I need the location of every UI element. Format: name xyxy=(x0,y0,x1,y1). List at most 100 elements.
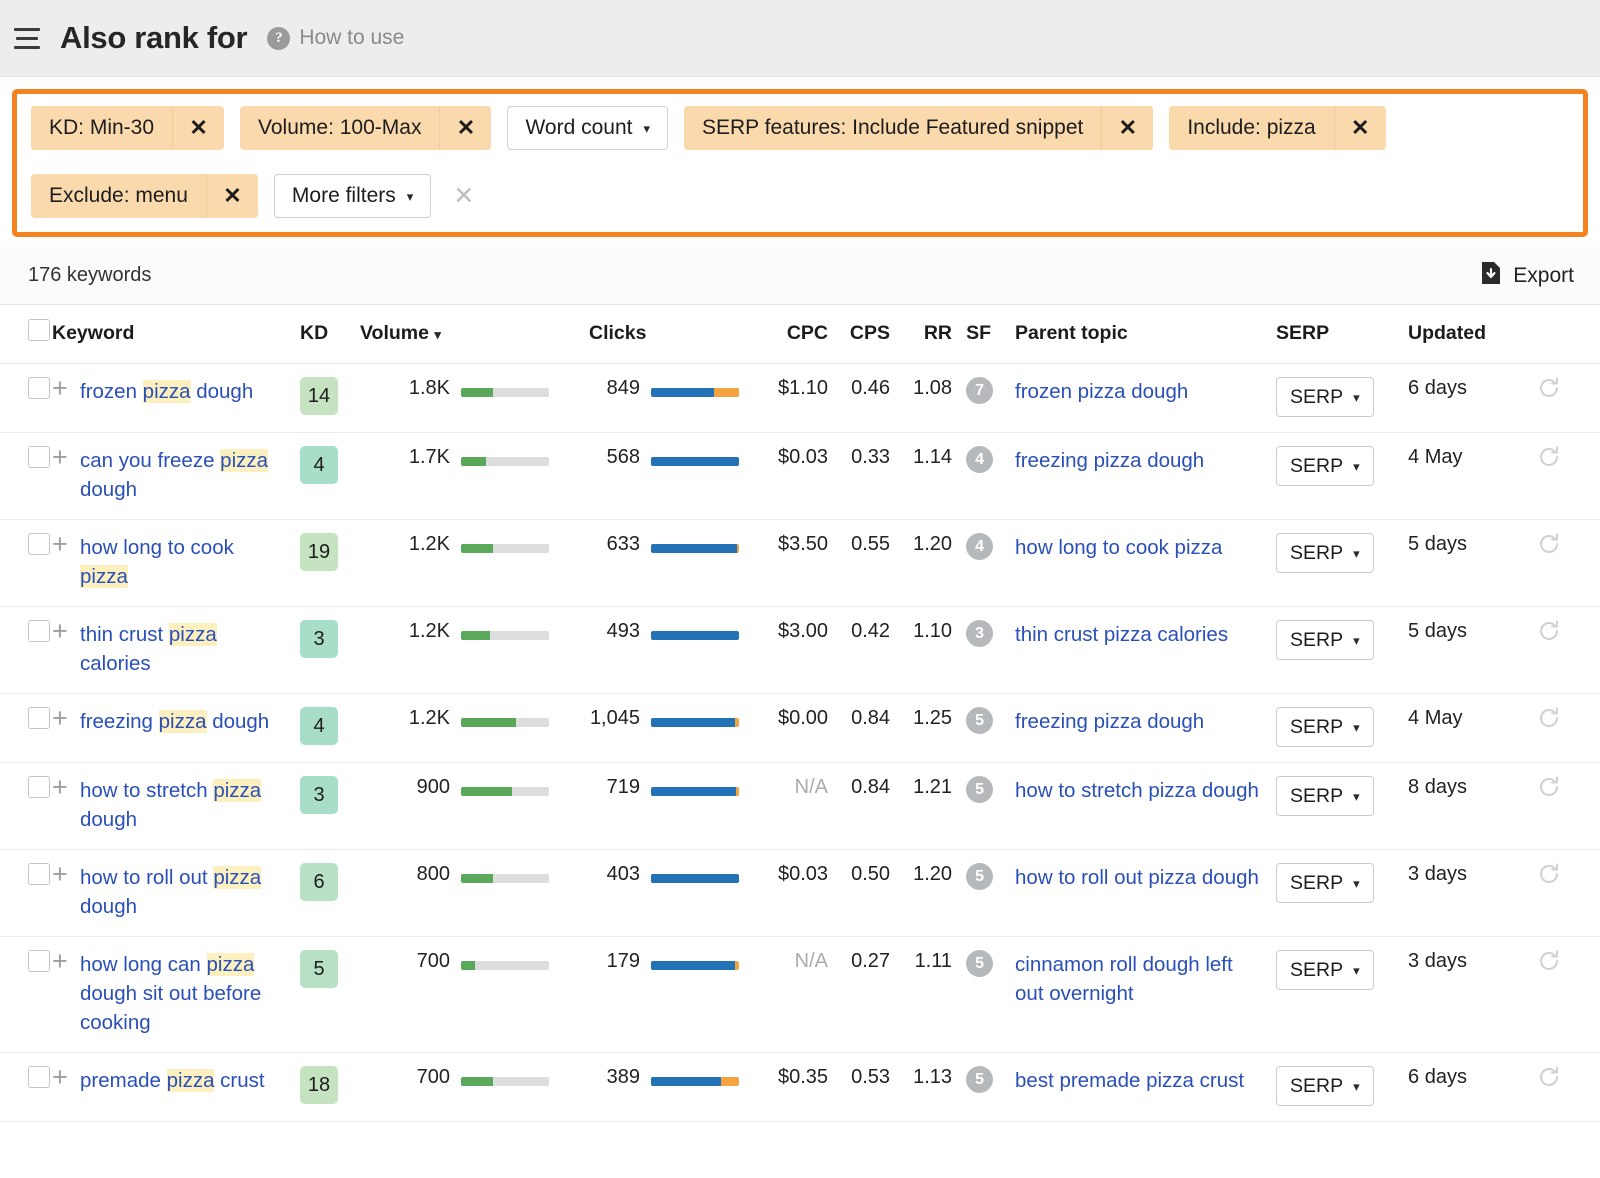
parent-topic-link[interactable]: how long to cook pizza xyxy=(1015,533,1265,562)
column-header-serp[interactable]: SERP xyxy=(1276,305,1408,364)
refresh-icon[interactable] xyxy=(1538,776,1560,804)
serp-button-label: SERP xyxy=(1290,386,1343,409)
refresh-icon[interactable] xyxy=(1538,863,1560,891)
parent-topic-link[interactable]: freezing pizza dough xyxy=(1015,707,1265,736)
column-header-updated[interactable]: Updated xyxy=(1408,305,1538,364)
add-keyword-icon[interactable]: + xyxy=(52,776,78,798)
clicks-bar-organic xyxy=(651,874,739,883)
parent-topic-cell: frozen pizza dough xyxy=(1004,364,1276,433)
hamburger-icon[interactable] xyxy=(14,25,44,51)
keyword-text: how to stretch xyxy=(80,779,213,802)
column-header-volume[interactable]: Volume ▾ xyxy=(360,305,560,364)
row-checkbox[interactable] xyxy=(28,377,50,399)
row-checkbox[interactable] xyxy=(28,776,50,798)
column-header-clicks[interactable]: Clicks xyxy=(560,305,750,364)
parent-topic-link[interactable]: frozen pizza dough xyxy=(1015,377,1265,406)
filter-chip[interactable]: Exclude: menu✕ xyxy=(31,174,258,218)
refresh-icon[interactable] xyxy=(1538,533,1560,561)
parent-topic-link[interactable]: freezing pizza dough xyxy=(1015,446,1265,475)
column-header-keyword[interactable]: Keyword xyxy=(52,305,300,364)
parent-topic-link[interactable]: best premade pizza crust xyxy=(1015,1066,1265,1095)
clicks-bar-track xyxy=(651,631,739,640)
keyword-link[interactable]: premade pizza crust xyxy=(80,1066,265,1095)
serp-dropdown-button[interactable]: SERP▾ xyxy=(1276,776,1374,816)
row-checkbox[interactable] xyxy=(28,446,50,468)
column-header-sf[interactable]: SF xyxy=(952,305,1004,364)
filter-chip-remove-icon[interactable]: ✕ xyxy=(439,106,491,150)
serp-dropdown-button[interactable]: SERP▾ xyxy=(1276,950,1374,990)
keyword-text: how long to cook xyxy=(80,536,234,559)
serp-dropdown-button[interactable]: SERP▾ xyxy=(1276,377,1374,417)
row-checkbox[interactable] xyxy=(28,863,50,885)
keyword-link[interactable]: how to stretch pizza dough xyxy=(80,776,285,834)
chevron-down-icon: ▾ xyxy=(1353,1080,1360,1093)
keyword-link[interactable]: how long can pizza dough sit out before … xyxy=(80,950,285,1037)
column-header-rr[interactable]: RR xyxy=(890,305,952,364)
row-checkbox[interactable] xyxy=(28,950,50,972)
add-keyword-icon[interactable]: + xyxy=(52,620,78,642)
filter-chip-remove-icon[interactable]: ✕ xyxy=(172,106,224,150)
keyword-link[interactable]: how to roll out pizza dough xyxy=(80,863,285,921)
how-to-use-link[interactable]: ? How to use xyxy=(267,26,404,50)
add-keyword-icon[interactable]: + xyxy=(52,1066,78,1088)
refresh-icon[interactable] xyxy=(1538,446,1560,474)
serp-dropdown-button[interactable]: SERP▾ xyxy=(1276,863,1374,903)
column-header-cps[interactable]: CPS xyxy=(828,305,890,364)
keyword-text: frozen xyxy=(80,380,143,403)
filter-chip[interactable]: SERP features: Include Featured snippet✕ xyxy=(684,106,1153,150)
parent-topic-link[interactable]: thin crust pizza calories xyxy=(1015,620,1265,649)
row-select-cell xyxy=(0,850,52,937)
row-checkbox[interactable] xyxy=(28,533,50,555)
add-keyword-icon[interactable]: + xyxy=(52,863,78,885)
refresh-icon[interactable] xyxy=(1538,950,1560,978)
serp-dropdown-button[interactable]: SERP▾ xyxy=(1276,446,1374,486)
volume-bar-track xyxy=(461,874,549,883)
clear-all-filters-icon[interactable]: ✕ xyxy=(447,181,480,211)
keyword-link[interactable]: freezing pizza dough xyxy=(80,707,269,736)
select-all-checkbox[interactable] xyxy=(28,319,50,341)
serp-dropdown-button[interactable]: SERP▾ xyxy=(1276,533,1374,573)
export-button[interactable]: Export xyxy=(1480,261,1574,290)
clicks-bar-paid xyxy=(735,961,739,970)
column-header-cpc[interactable]: CPC xyxy=(750,305,828,364)
filter-chip[interactable]: Volume: 100-Max✕ xyxy=(240,106,491,150)
refresh-icon[interactable] xyxy=(1538,1066,1560,1094)
filter-chip-remove-icon[interactable]: ✕ xyxy=(206,174,258,218)
keyword-link[interactable]: how long to cook pizza xyxy=(80,533,285,591)
row-checkbox[interactable] xyxy=(28,1066,50,1088)
refresh-icon[interactable] xyxy=(1538,620,1560,648)
filter-dropdown[interactable]: More filters▾ xyxy=(274,174,431,218)
row-checkbox[interactable] xyxy=(28,707,50,729)
parent-topic-link[interactable]: how to stretch pizza dough xyxy=(1015,776,1265,805)
add-keyword-icon[interactable]: + xyxy=(52,707,78,729)
serp-dropdown-button[interactable]: SERP▾ xyxy=(1276,1066,1374,1106)
filter-chip[interactable]: Include: pizza✕ xyxy=(1169,106,1385,150)
column-header-parent-topic[interactable]: Parent topic xyxy=(1004,305,1276,364)
serp-dropdown-button[interactable]: SERP▾ xyxy=(1276,620,1374,660)
row-select-cell xyxy=(0,937,52,1053)
filter-chip-remove-icon[interactable]: ✕ xyxy=(1101,106,1153,150)
column-header-kd[interactable]: KD xyxy=(300,305,360,364)
add-keyword-icon[interactable]: + xyxy=(52,446,78,468)
keyword-highlight: pizza xyxy=(220,449,268,472)
volume-cell: 1.8K xyxy=(360,364,450,433)
filter-chip-remove-icon[interactable]: ✕ xyxy=(1334,106,1386,150)
refresh-icon[interactable] xyxy=(1538,707,1560,735)
add-keyword-icon[interactable]: + xyxy=(52,377,78,399)
keyword-link[interactable]: can you freeze pizza dough xyxy=(80,446,285,504)
keyword-link[interactable]: frozen pizza dough xyxy=(80,377,253,406)
serp-dropdown-button[interactable]: SERP▾ xyxy=(1276,707,1374,747)
table-row: +premade pizza crust18700389$0.350.531.1… xyxy=(0,1053,1600,1122)
parent-topic-link[interactable]: how to roll out pizza dough xyxy=(1015,863,1265,892)
keyword-link[interactable]: thin crust pizza calories xyxy=(80,620,285,678)
keyword-cell: +can you freeze pizza dough xyxy=(52,433,300,520)
add-keyword-icon[interactable]: + xyxy=(52,950,78,972)
refresh-icon[interactable] xyxy=(1538,377,1560,405)
updated-cell: 6 days xyxy=(1408,1053,1538,1122)
add-keyword-icon[interactable]: + xyxy=(52,533,78,555)
filter-chip[interactable]: KD: Min-30✕ xyxy=(31,106,224,150)
parent-topic-link[interactable]: cinnamon roll dough left out overnight xyxy=(1015,950,1265,1008)
rr-cell: 1.14 xyxy=(890,433,952,520)
filter-dropdown[interactable]: Word count▾ xyxy=(507,106,668,150)
row-checkbox[interactable] xyxy=(28,620,50,642)
